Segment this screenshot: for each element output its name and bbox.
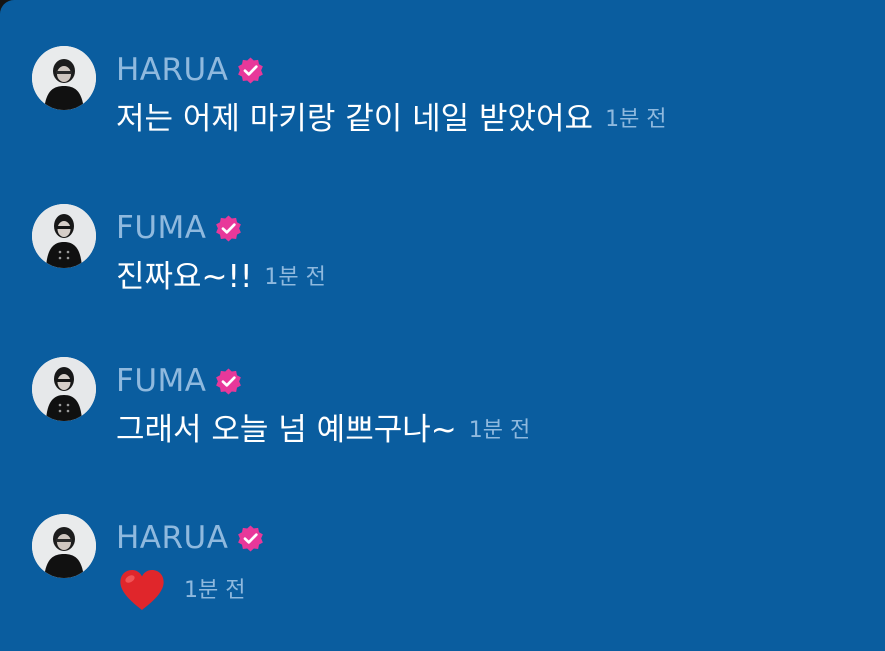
- avatar[interactable]: [32, 357, 96, 421]
- chat-message: FUMA 그래서 오늘 넘 예쁘구나~ 1분 전: [0, 357, 885, 507]
- message-time: 1분 전: [605, 107, 667, 132]
- message-text: 진짜요~!!: [116, 259, 253, 295]
- message-time: 1분 전: [468, 418, 531, 443]
- avatar[interactable]: [32, 204, 96, 268]
- avatar-image: [32, 514, 96, 578]
- verified-badge-icon: [214, 214, 243, 243]
- author-name[interactable]: HARUA: [116, 50, 228, 90]
- avatar-image: [32, 204, 96, 268]
- chat-thread: HARUA 저는 어제 마키랑 같이 네일 받았어요 1분 전 FUMA 진짜요…: [0, 0, 885, 651]
- verified-badge-icon: [236, 56, 265, 85]
- chat-message: HARUA 1분 전: [0, 514, 885, 651]
- author-name[interactable]: FUMA: [116, 208, 206, 248]
- avatar[interactable]: [32, 46, 96, 110]
- avatar-image: [32, 357, 96, 421]
- verified-badge-icon: [236, 524, 265, 553]
- message-time: 1분 전: [184, 578, 246, 603]
- heart-emoji-icon: [116, 564, 168, 616]
- avatar[interactable]: [32, 514, 96, 578]
- message-text: 그래서 오늘 넘 예쁘구나~: [116, 412, 457, 448]
- author-name[interactable]: FUMA: [116, 361, 206, 401]
- chat-message: HARUA 저는 어제 마키랑 같이 네일 받았어요 1분 전: [0, 46, 885, 196]
- message-text: 저는 어제 마키랑 같이 네일 받았어요: [116, 101, 594, 137]
- verified-badge-icon: [214, 367, 243, 396]
- author-name[interactable]: HARUA: [116, 518, 228, 558]
- avatar-image: [32, 46, 96, 110]
- chat-message: FUMA 진짜요~!! 1분 전: [0, 204, 885, 354]
- message-time: 1분 전: [264, 265, 326, 290]
